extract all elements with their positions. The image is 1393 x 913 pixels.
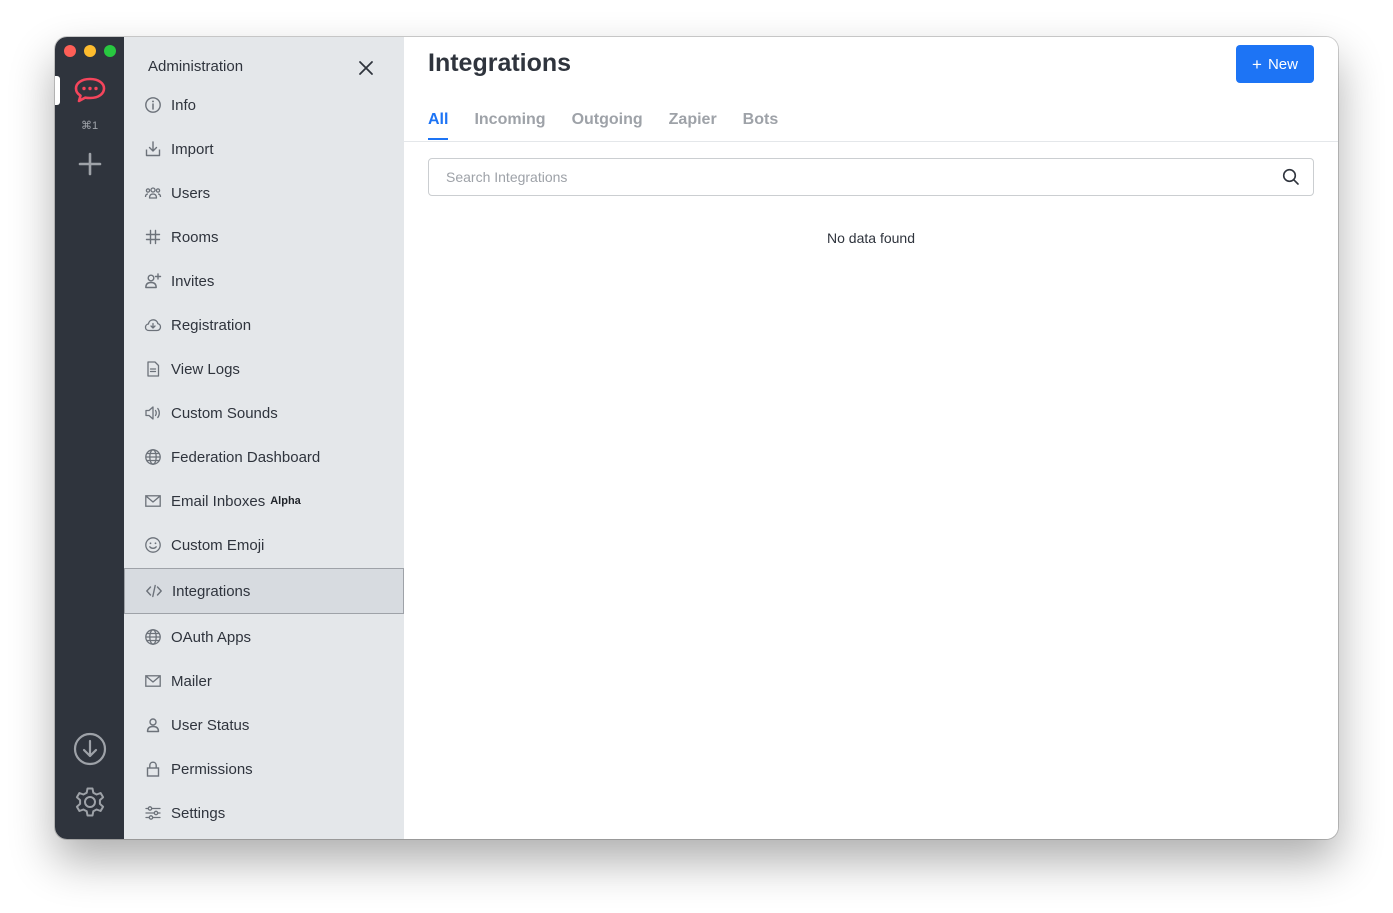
sidebar-item-label: Invites bbox=[171, 272, 215, 290]
main-content: Integrations + New All Incoming Outgoing… bbox=[404, 37, 1338, 839]
emoji-icon bbox=[144, 536, 162, 554]
mail-icon bbox=[144, 672, 162, 690]
new-button-label: New bbox=[1267, 55, 1298, 73]
volume-icon bbox=[144, 404, 162, 422]
active-server-indicator bbox=[55, 76, 60, 105]
tab-bots[interactable]: Bots bbox=[743, 111, 779, 140]
sidebar-item-invites[interactable]: Invites bbox=[124, 259, 404, 303]
sidebar-item-label: Permissions bbox=[171, 760, 253, 778]
users-icon bbox=[144, 184, 162, 202]
sidebar-item-user-status[interactable]: User Status bbox=[124, 703, 404, 747]
tab-outgoing[interactable]: Outgoing bbox=[572, 111, 643, 140]
tab-incoming[interactable]: Incoming bbox=[474, 111, 545, 140]
rocketchat-logo-icon[interactable] bbox=[72, 75, 108, 105]
sidebar-item-custom-sounds[interactable]: Custom Sounds bbox=[124, 391, 404, 435]
admin-nav: Info Import Users Rooms Invites Registra… bbox=[124, 83, 404, 835]
settings-gear-icon[interactable] bbox=[72, 784, 108, 820]
sidebar-item-registration[interactable]: Registration bbox=[124, 303, 404, 347]
sidebar-item-label: Registration bbox=[171, 316, 252, 334]
window-controls bbox=[64, 45, 116, 57]
sidebar-item-label: Users bbox=[171, 184, 211, 202]
search-icon[interactable] bbox=[1281, 167, 1301, 187]
code-icon bbox=[145, 582, 163, 600]
globe-icon bbox=[144, 448, 162, 466]
page-title: Integrations bbox=[428, 49, 572, 77]
sidebar-item-settings[interactable]: Settings bbox=[124, 791, 404, 835]
sidebar-item-integrations[interactable]: Integrations bbox=[124, 568, 404, 614]
sidebar-item-view-logs[interactable]: View Logs bbox=[124, 347, 404, 391]
tabs-divider bbox=[404, 141, 1338, 142]
mail-icon bbox=[144, 492, 162, 510]
add-server-icon[interactable] bbox=[77, 151, 103, 177]
sidebar-item-label: Mailer bbox=[171, 672, 212, 690]
empty-state-message: No data found bbox=[827, 230, 915, 246]
admin-sidebar: Administration Info Import Users Rooms I… bbox=[124, 37, 404, 839]
sidebar-item-users[interactable]: Users bbox=[124, 171, 404, 215]
alpha-badge: Alpha bbox=[270, 495, 301, 507]
sidebar-item-label: Custom Sounds bbox=[171, 404, 278, 422]
sidebar-item-label: Import bbox=[171, 140, 214, 158]
sidebar-item-mailer[interactable]: Mailer bbox=[124, 659, 404, 703]
sidebar-item-custom-emoji[interactable]: Custom Emoji bbox=[124, 523, 404, 567]
close-window-button[interactable] bbox=[64, 45, 76, 57]
search-box bbox=[428, 158, 1314, 196]
sidebar-item-oauth-apps[interactable]: OAuth Apps bbox=[124, 615, 404, 659]
sidebar-item-email-inboxes[interactable]: Email Inboxes Alpha bbox=[124, 479, 404, 523]
globe-icon bbox=[144, 628, 162, 646]
sliders-icon bbox=[144, 804, 162, 822]
info-icon bbox=[144, 96, 162, 114]
lock-icon bbox=[144, 760, 162, 778]
tab-zapier[interactable]: Zapier bbox=[669, 111, 717, 140]
sidebar-item-label: Settings bbox=[171, 804, 226, 822]
app-window: ⌘1 Administration Info Import Users Room… bbox=[55, 37, 1338, 839]
sidebar-item-federation-dashboard[interactable]: Federation Dashboard bbox=[124, 435, 404, 479]
user-icon bbox=[144, 716, 162, 734]
sidebar-item-label: OAuth Apps bbox=[171, 628, 252, 646]
minimize-window-button[interactable] bbox=[84, 45, 96, 57]
sidebar-item-label: View Logs bbox=[171, 360, 240, 378]
sidebar-item-label: Integrations bbox=[172, 582, 251, 600]
server-shortcut-label: ⌘1 bbox=[80, 120, 99, 132]
sidebar-item-label: User Status bbox=[171, 716, 250, 734]
document-icon bbox=[144, 360, 162, 378]
maximize-window-button[interactable] bbox=[104, 45, 116, 57]
new-integration-button[interactable]: + New bbox=[1236, 45, 1314, 83]
import-icon bbox=[144, 140, 162, 158]
sidebar-item-label: Federation Dashboard bbox=[171, 448, 321, 466]
hashtag-icon bbox=[144, 228, 162, 246]
user-plus-icon bbox=[144, 272, 162, 290]
tab-all[interactable]: All bbox=[428, 111, 449, 140]
sidebar-item-import[interactable]: Import bbox=[124, 127, 404, 171]
sidebar-item-label: Info bbox=[171, 96, 197, 114]
sidebar-item-info[interactable]: Info bbox=[124, 83, 404, 127]
download-icon[interactable] bbox=[72, 731, 108, 767]
sidebar-item-label: Email Inboxes bbox=[171, 492, 266, 510]
sidebar-item-permissions[interactable]: Permissions bbox=[124, 747, 404, 791]
server-rail: ⌘1 bbox=[55, 37, 124, 839]
search-input[interactable] bbox=[444, 168, 1281, 186]
plus-icon: + bbox=[1252, 54, 1262, 74]
sidebar-item-label: Rooms bbox=[171, 228, 219, 246]
cloud-icon bbox=[144, 316, 162, 334]
close-icon[interactable] bbox=[356, 58, 376, 78]
sidebar-item-rooms[interactable]: Rooms bbox=[124, 215, 404, 259]
sidebar-title: Administration bbox=[148, 58, 244, 75]
sidebar-item-label: Custom Emoji bbox=[171, 536, 265, 554]
integration-tabs: All Incoming Outgoing Zapier Bots bbox=[428, 111, 778, 140]
